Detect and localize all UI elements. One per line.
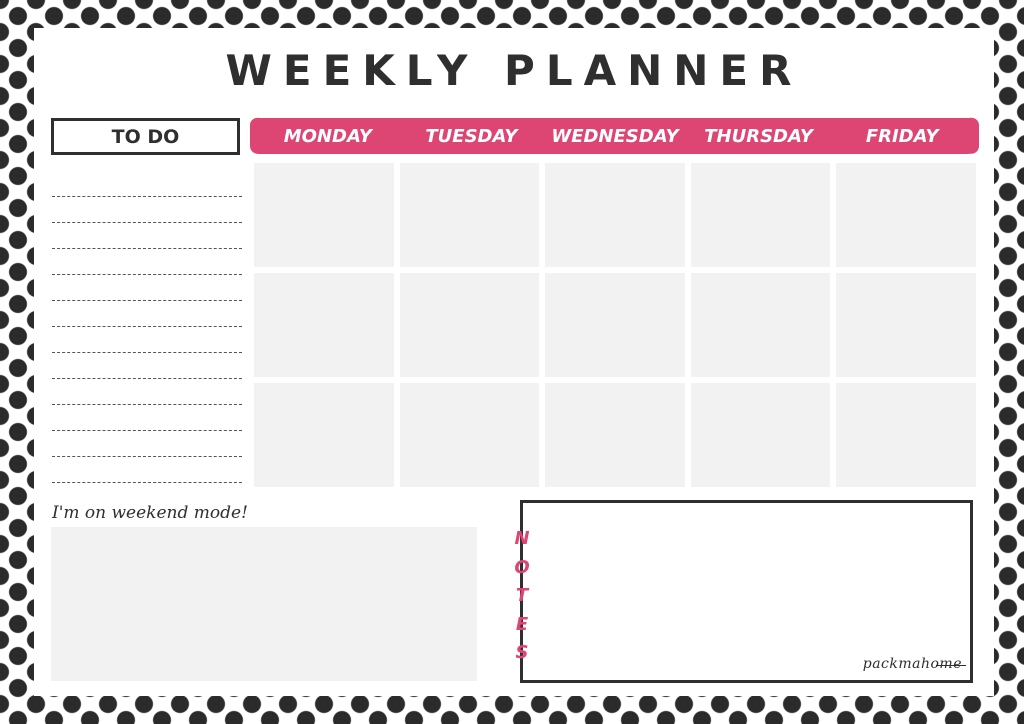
- todo-line[interactable]: [52, 249, 242, 275]
- todo-list: [52, 171, 242, 483]
- day-cell-friday[interactable]: [836, 163, 976, 267]
- day-cell-friday[interactable]: [836, 383, 976, 487]
- notes-label: N O T E S: [512, 525, 532, 668]
- todo-header: TO DO: [51, 118, 240, 155]
- todo-line[interactable]: [52, 275, 242, 301]
- day-cell-wednesday[interactable]: [545, 163, 685, 267]
- day-label-thursday: THURSDAY: [704, 125, 813, 147]
- weekday-header-bar: MONDAY TUESDAY WEDNESDAY THURSDAY FRIDAY: [256, 118, 974, 154]
- notes-letter: O: [514, 556, 530, 578]
- day-cell-tuesday[interactable]: [399, 273, 540, 377]
- weekend-label: I'm on weekend mode!: [52, 503, 248, 523]
- day-cell-wednesday[interactable]: [545, 383, 685, 487]
- day-cell-thursday[interactable]: [690, 383, 831, 487]
- notes-letter: N: [514, 528, 530, 549]
- day-cell-friday[interactable]: [836, 273, 976, 377]
- notes-box[interactable]: packmahome: [520, 500, 973, 683]
- day-cell-tuesday[interactable]: [399, 163, 540, 267]
- weekend-box[interactable]: [51, 527, 477, 681]
- notes-letter: T: [515, 585, 529, 606]
- page-title: WEEKLY PLANNER: [225, 46, 803, 95]
- day-cell-thursday[interactable]: [690, 163, 831, 267]
- day-label-tuesday: TUESDAY: [425, 125, 518, 147]
- day-cell-monday[interactable]: [254, 273, 394, 377]
- todo-line[interactable]: [52, 223, 242, 249]
- todo-line[interactable]: [52, 379, 242, 405]
- planner-sheet: WEEKLY PLANNER TO DO MONDAY TUESDAY WEDN…: [34, 28, 994, 696]
- day-cell-monday[interactable]: [254, 163, 394, 267]
- todo-line[interactable]: [52, 405, 242, 431]
- day-label-monday: MONDAY: [283, 125, 372, 147]
- notes-letter: S: [515, 642, 529, 663]
- day-cell-monday[interactable]: [254, 383, 394, 487]
- todo-line[interactable]: [52, 301, 242, 327]
- day-cell-thursday[interactable]: [690, 273, 831, 377]
- day-cell-tuesday[interactable]: [399, 383, 540, 487]
- todo-line[interactable]: [52, 431, 242, 457]
- todo-line[interactable]: [52, 353, 242, 379]
- brand-logo: packmahome: [862, 656, 962, 672]
- todo-line[interactable]: [52, 457, 242, 483]
- todo-line[interactable]: [52, 171, 242, 197]
- weekday-grid: [254, 163, 976, 487]
- todo-line[interactable]: [52, 197, 242, 223]
- notes-letter: E: [515, 613, 529, 635]
- day-label-wednesday: WEDNESDAY: [551, 125, 679, 147]
- day-cell-wednesday[interactable]: [545, 273, 685, 377]
- todo-line[interactable]: [52, 327, 242, 353]
- day-label-friday: FRIDAY: [865, 125, 939, 147]
